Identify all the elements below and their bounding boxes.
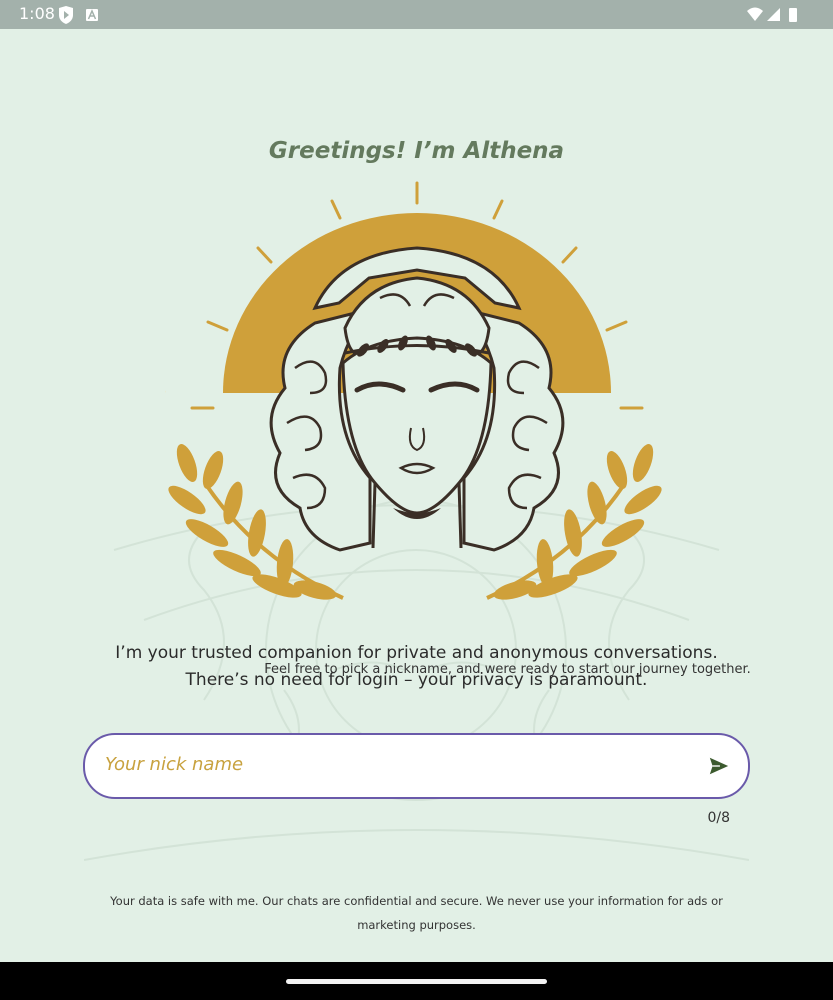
status-left-icons [57,6,107,29]
character-counter: 0/8 [707,810,730,826]
status-bar: 1:08 [0,0,833,29]
privacy-note: Your data is safe with me. Our chats are… [110,894,723,932]
status-time: 1:08 [19,4,55,23]
cell-signal-icon [767,8,780,21]
greeting-title: Greetings! I’m Althena [268,138,565,164]
send-button[interactable] [702,749,736,783]
status-right-icons [747,6,807,29]
goddess-illustration-icon [165,181,662,600]
shield-play-icon [59,6,73,24]
android-a-icon [86,9,98,21]
nick-hint-text: Feel free to pick a nickname, and were r… [264,662,751,677]
home-gesture-handle[interactable] [286,979,547,984]
send-icon [709,757,729,775]
battery-icon [789,8,797,22]
nickname-input[interactable] [103,753,667,776]
nickname-field[interactable] [83,733,750,799]
wifi-icon [747,7,763,21]
navigation-bar [0,962,833,1000]
